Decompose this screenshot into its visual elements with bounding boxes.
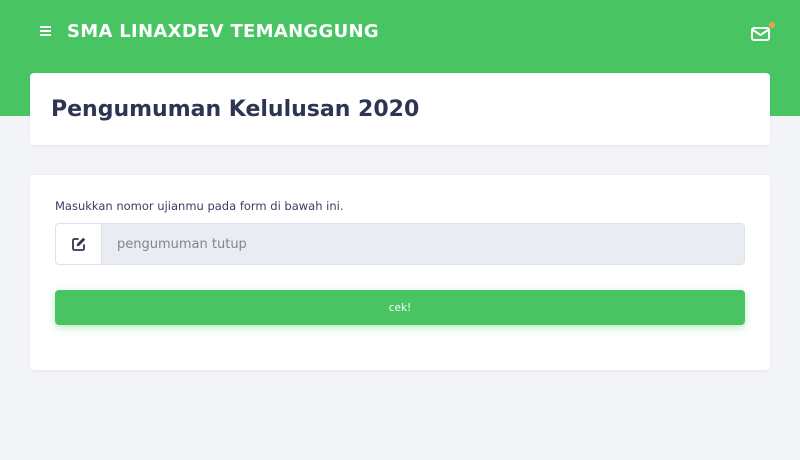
check-button[interactable]: cek! [55, 290, 745, 325]
title-card: Pengumuman Kelulusan 2020 [30, 73, 770, 145]
hamburger-menu-button[interactable] [38, 23, 54, 39]
page-title: Pengumuman Kelulusan 2020 [51, 97, 420, 122]
input-addon [56, 224, 102, 264]
envelope-icon [751, 27, 770, 41]
form-instruction: Masukkan nomor ujianmu pada form di bawa… [55, 199, 344, 213]
exam-number-input[interactable] [102, 224, 744, 264]
notification-dot [769, 22, 775, 28]
hamburger-icon [40, 26, 51, 36]
exam-number-input-group [55, 223, 745, 265]
school-brand-name[interactable]: SMA LINAXDEV TEMANGGUNG [67, 20, 379, 44]
exam-form-card: Masukkan nomor ujianmu pada form di bawa… [30, 175, 770, 370]
edit-icon [71, 237, 85, 251]
